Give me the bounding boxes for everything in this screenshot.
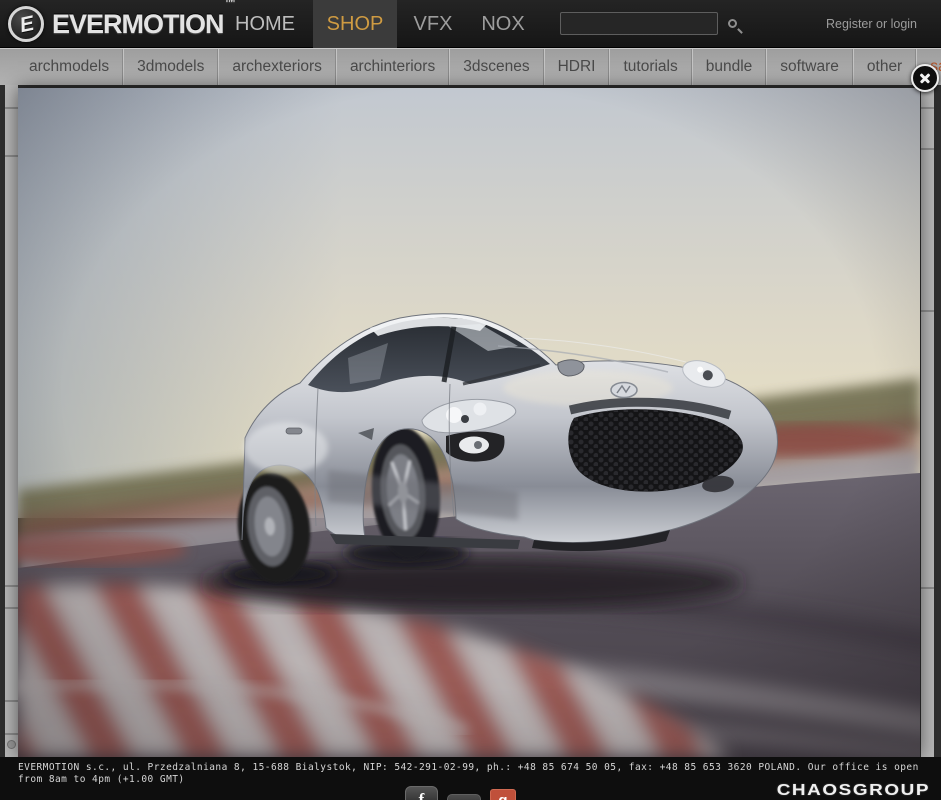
register-or-login-link[interactable]: Register or login — [826, 17, 917, 31]
cat-3dmodels[interactable]: 3dmodels — [123, 49, 219, 85]
evermotion-logo[interactable]: E EVERMOTIONTM — [8, 0, 235, 44]
lightbox-car-photo[interactable] — [18, 88, 920, 757]
car-photo-svg — [18, 88, 920, 757]
cat-archmodels[interactable]: archmodels — [16, 49, 124, 85]
cat-hdri[interactable]: HDRI — [543, 49, 610, 85]
cat-archinteriors[interactable]: archinteriors — [335, 49, 450, 85]
social-icons: f g — [405, 786, 516, 800]
nav-nox[interactable]: NOX — [473, 0, 533, 48]
cat-bundle[interactable]: bundle — [691, 49, 767, 85]
footer-address-line2: from 8am to 4pm (+1.00 GMT) — [18, 774, 185, 785]
nav-shop-active[interactable]: SHOP — [313, 0, 397, 48]
search-input[interactable] — [561, 16, 728, 31]
search-box — [560, 12, 737, 35]
chaosgroup-logo[interactable]: CHAOSGROUP — [777, 781, 930, 799]
category-nav: archmodels 3dmodels archexteriors archin… — [0, 48, 941, 85]
page-edge-strip-right — [921, 85, 934, 757]
page-root: E EVERMOTIONTM HOME SHOP VFX NOX Registe… — [0, 0, 941, 800]
footer-address-line1: EVERMOTION s.c., ul. Przedzalniana 8, 15… — [18, 762, 919, 773]
dimmed-page-background — [0, 85, 941, 757]
lightbox-close-button[interactable] — [911, 64, 939, 92]
nav-vfx[interactable]: VFX — [405, 0, 461, 48]
search-icon[interactable] — [728, 19, 737, 28]
vignette — [18, 88, 920, 757]
main-header: E EVERMOTIONTM HOME SHOP VFX NOX Registe… — [0, 0, 941, 48]
cat-other[interactable]: other — [852, 49, 917, 85]
decorative-dot-icon — [7, 740, 16, 749]
cat-tutorials[interactable]: tutorials — [609, 49, 692, 85]
facebook-icon[interactable]: f — [405, 786, 438, 800]
logo-badge-letter: E — [17, 11, 37, 38]
twitter-icon[interactable] — [447, 794, 481, 800]
cat-software[interactable]: software — [766, 49, 853, 85]
cat-3dscenes[interactable]: 3dscenes — [449, 49, 544, 85]
google-plus-icon[interactable]: g — [490, 789, 516, 800]
nav-home[interactable]: HOME — [230, 0, 300, 48]
page-edge-strip-left — [5, 85, 18, 757]
cat-archexteriors[interactable]: archexteriors — [218, 49, 336, 85]
footer: EVERMOTION s.c., ul. Przedzalniana 8, 15… — [0, 757, 941, 800]
evermotion-logo-icon: E — [8, 6, 44, 42]
logo-text: EVERMOTIONTM — [52, 0, 235, 40]
